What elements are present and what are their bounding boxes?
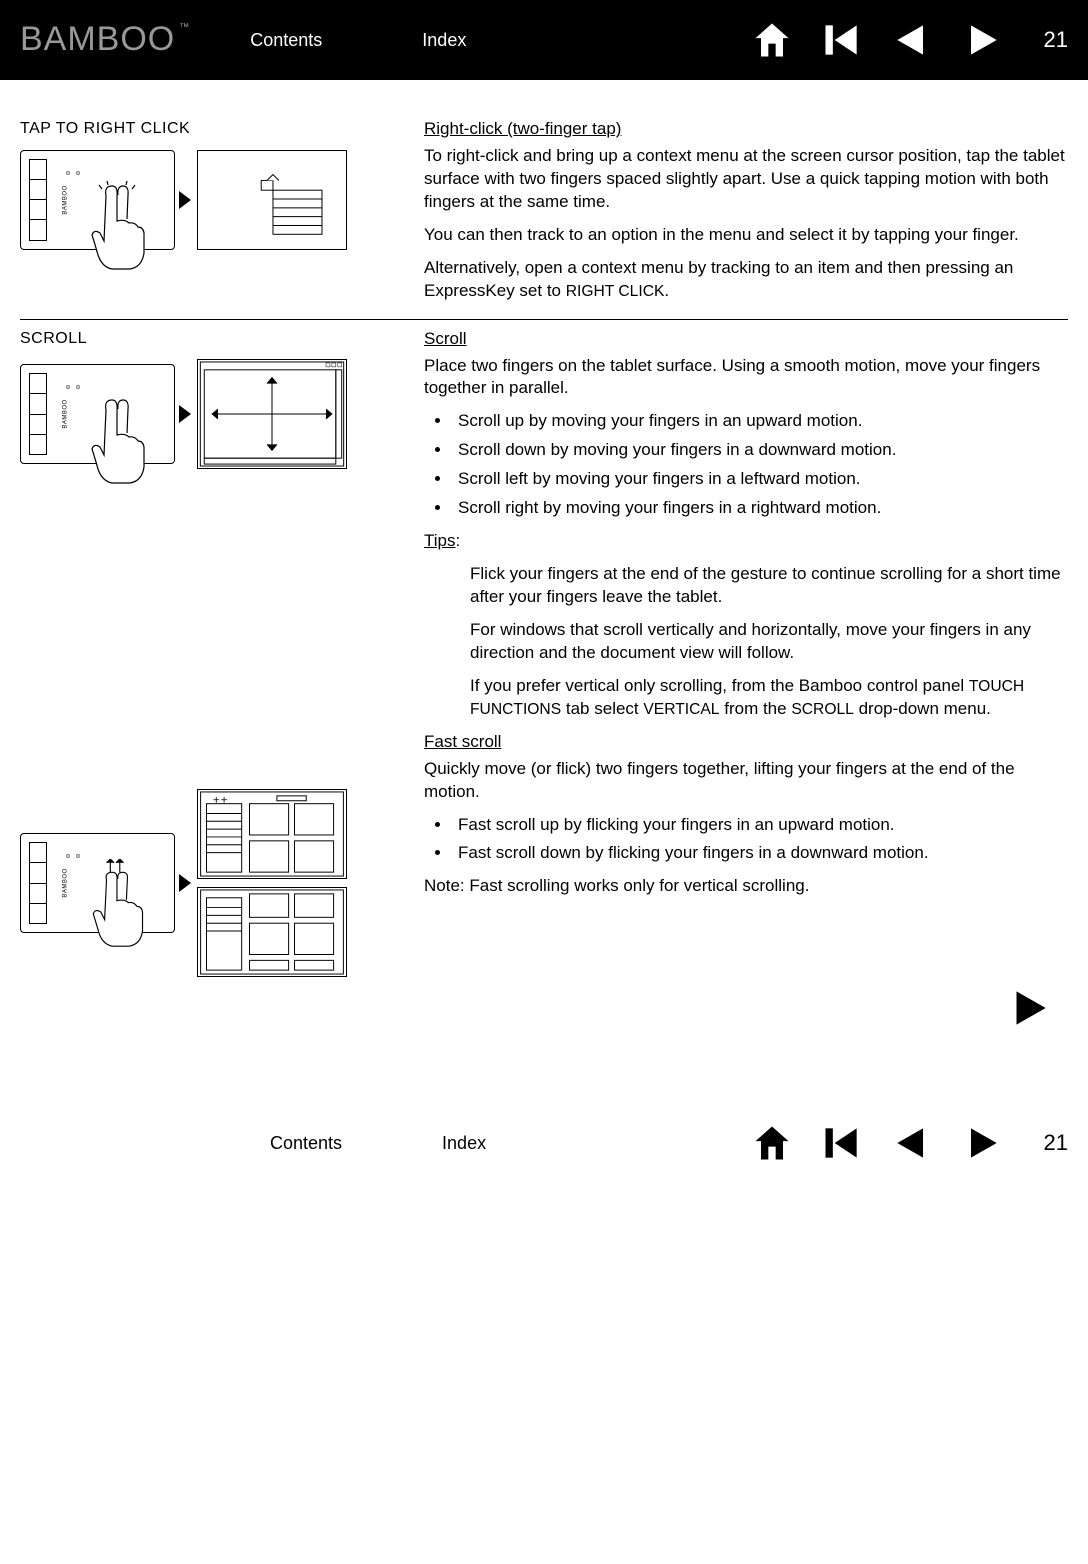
illustration-scroll: BAMBOO [20, 359, 400, 469]
first-page-icon[interactable] [820, 1121, 864, 1165]
hand-two-finger-tap-icon [76, 181, 156, 271]
page-content: Tap to right click BAMBOO [0, 80, 1088, 1103]
heading-fast-scroll: Fast scroll [424, 731, 1068, 754]
fast-scroll-window-1 [197, 789, 347, 879]
scroll-window-illustration [197, 359, 347, 469]
index-link[interactable]: Index [442, 1131, 486, 1155]
header-bar: BAMBOO ™ Contents Index 21 [0, 0, 1088, 80]
tip-2: For windows that scroll vertically and h… [470, 619, 1068, 665]
context-menu-illustration [197, 150, 347, 250]
para-right-click-1: To right-click and bring up a context me… [424, 145, 1068, 214]
para-fast-scroll: Quickly move (or flick) two fingers toge… [424, 758, 1068, 804]
tips-label: Tips: [424, 530, 1068, 553]
page-number-bottom: 21 [1044, 1128, 1068, 1158]
nav-links: Contents Index [250, 28, 466, 52]
home-icon[interactable] [750, 18, 794, 62]
fast-scroll-note: Note: Fast scrolling works only for vert… [424, 875, 1068, 898]
illustration-fast-scroll: BAMBOO [20, 789, 400, 977]
tips-block: Flick your fingers at the end of the ges… [470, 563, 1068, 721]
tablet-illustration: BAMBOO [20, 150, 175, 250]
illustration-right-click: BAMBOO [20, 150, 400, 250]
footer-bar: Contents Index 21 [0, 1103, 1088, 1183]
scroll-bullet-left: Scroll left by moving your fingers in a … [452, 468, 1068, 491]
page-number-top: 21 [1044, 25, 1068, 55]
scroll-bullets: Scroll up by moving your fingers in an u… [452, 410, 1068, 520]
scroll-bullet-down: Scroll down by moving your fingers in a … [452, 439, 1068, 462]
next-page-icon[interactable] [960, 1121, 1004, 1165]
contents-link[interactable]: Contents [250, 28, 322, 52]
para-scroll-1: Place two fingers on the tablet surface.… [424, 355, 1068, 401]
section-scroll: Scroll BAMBOO [20, 320, 1068, 984]
section-right-click: Tap to right click BAMBOO [20, 110, 1068, 320]
label-tap-right-click: Tap to right click [20, 118, 400, 140]
home-icon[interactable] [750, 1121, 794, 1165]
prev-page-icon[interactable] [890, 1121, 934, 1165]
scroll-bullet-right: Scroll right by moving your fingers in a… [452, 497, 1068, 520]
logo: BAMBOO ™ [20, 17, 190, 63]
hand-two-finger-flick-icon [76, 859, 156, 949]
tip-1: Flick your fingers at the end of the ges… [470, 563, 1068, 609]
scroll-bullet-up: Scroll up by moving your fingers in an u… [452, 410, 1068, 433]
index-link[interactable]: Index [422, 28, 466, 52]
first-page-icon[interactable] [820, 18, 864, 62]
arrow-right-icon [181, 876, 191, 890]
logo-tm: ™ [179, 21, 190, 35]
nav-icons: 21 [750, 18, 1068, 62]
tip-3: If you prefer vertical only scrolling, f… [470, 675, 1068, 721]
arrow-right-icon [181, 193, 191, 207]
para-right-click-3: Alternatively, open a context menu by tr… [424, 257, 1068, 303]
logo-text: BAMBOO [20, 17, 175, 63]
contents-link[interactable]: Contents [270, 1131, 342, 1155]
nav-links-footer: Contents Index [270, 1131, 486, 1155]
nav-icons-footer: 21 [750, 1121, 1068, 1165]
prev-page-icon[interactable] [890, 18, 934, 62]
tablet-illustration: BAMBOO [20, 364, 175, 464]
fast-scroll-window-2 [197, 887, 347, 977]
heading-scroll: Scroll [424, 328, 1068, 351]
arrow-right-icon [181, 407, 191, 421]
fast-scroll-bullet-up: Fast scroll up by flicking your fingers … [452, 814, 1068, 837]
fast-scroll-bullet-down: Fast scroll down by flicking your finger… [452, 842, 1068, 865]
continue-arrow-row [20, 983, 1068, 1043]
next-page-icon[interactable] [1004, 983, 1054, 1033]
para-right-click-2: You can then track to an option in the m… [424, 224, 1068, 247]
next-page-icon[interactable] [960, 18, 1004, 62]
tablet-illustration: BAMBOO [20, 833, 175, 933]
label-scroll: Scroll [20, 328, 400, 350]
fast-scroll-bullets: Fast scroll up by flicking your fingers … [452, 814, 1068, 866]
heading-right-click: Right-click (two-finger tap) [424, 118, 1068, 141]
